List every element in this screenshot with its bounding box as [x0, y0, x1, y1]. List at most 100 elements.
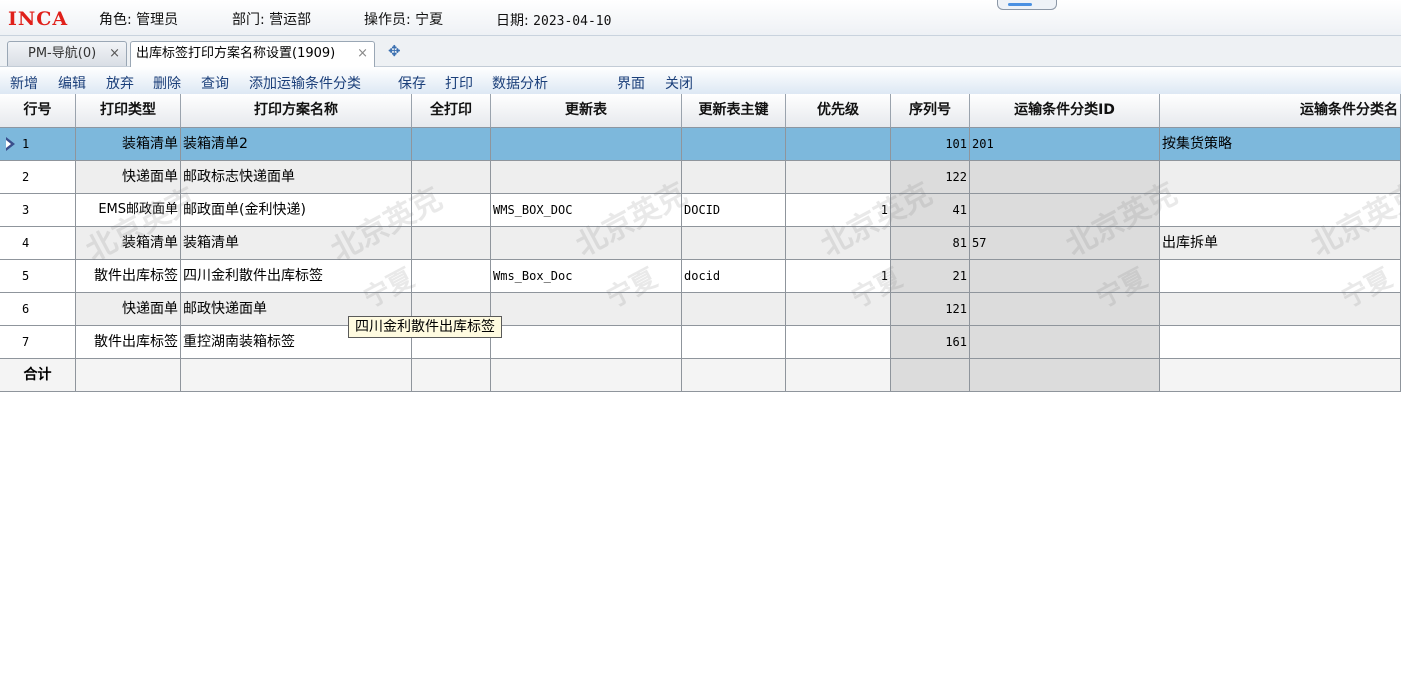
update-key-cell[interactable]: DOCID — [682, 194, 786, 227]
transport-name-cell[interactable] — [1160, 293, 1401, 326]
table-row[interactable]: 2 快递面单 邮政标志快递面单 122 — [0, 161, 1401, 194]
print-all-cell[interactable] — [412, 128, 491, 161]
column-header-sequence[interactable]: 序列号 — [891, 94, 970, 128]
update-key-cell[interactable]: docid — [682, 260, 786, 293]
transport-name-cell[interactable] — [1160, 260, 1401, 293]
priority-cell[interactable] — [786, 227, 891, 260]
priority-cell[interactable] — [786, 326, 891, 359]
operator-info: 操作员: 宁夏 — [364, 12, 444, 28]
priority-cell[interactable]: 1 — [786, 260, 891, 293]
print-type-cell[interactable]: 快递面单 — [76, 161, 181, 194]
data-analysis-button[interactable]: 数据分析 — [492, 73, 548, 93]
total-cell — [76, 359, 181, 392]
table-row[interactable]: 1 装箱清单 装箱清单2 101 201 按集货策略 — [0, 128, 1401, 161]
sequence-cell: 122 — [891, 161, 970, 194]
discard-button[interactable]: 放弃 — [106, 73, 134, 93]
transport-name-cell[interactable] — [1160, 326, 1401, 359]
priority-cell[interactable]: 1 — [786, 194, 891, 227]
plan-name-cell[interactable]: 装箱清单 — [181, 227, 412, 260]
update-key-cell[interactable] — [682, 161, 786, 194]
column-header-update-table[interactable]: 更新表 — [491, 94, 682, 128]
sequence-cell: 21 — [891, 260, 970, 293]
print-type-cell[interactable]: EMS邮政面单 — [76, 194, 181, 227]
total-cell — [891, 359, 970, 392]
row-selector-icon — [6, 137, 15, 151]
close-icon[interactable]: × — [109, 42, 120, 65]
interface-button[interactable]: 界面 — [617, 73, 645, 93]
update-key-cell[interactable] — [682, 227, 786, 260]
row-number-cell: 1 — [0, 128, 76, 161]
transport-id-cell: 201 — [970, 128, 1160, 161]
print-all-cell[interactable] — [412, 260, 491, 293]
priority-cell[interactable] — [786, 161, 891, 194]
plan-name-cell[interactable]: 邮政面单(金利快递) — [181, 194, 412, 227]
column-header-transport-id[interactable]: 运输条件分类ID — [970, 94, 1160, 128]
column-header-priority[interactable]: 优先级 — [786, 94, 891, 128]
tab-pm-nav[interactable]: PM-导航(0) × — [7, 41, 127, 66]
add-transport-category-button[interactable]: 添加运输条件分类 — [249, 73, 361, 93]
close-button[interactable]: 关闭 — [665, 73, 693, 93]
sequence-cell: 121 — [891, 293, 970, 326]
table-row[interactable]: 7 散件出库标签 重控湖南装箱标签 161 — [0, 326, 1401, 359]
update-table-cell[interactable] — [491, 293, 682, 326]
plan-name-cell[interactable]: 装箱清单2 — [181, 128, 412, 161]
priority-cell[interactable] — [786, 128, 891, 161]
column-header-plan-name[interactable]: 打印方案名称 — [181, 94, 412, 128]
plan-name-cell[interactable]: 四川金利散件出库标签 — [181, 260, 412, 293]
save-button[interactable]: 保存 — [398, 73, 426, 93]
total-label: 合计 — [0, 359, 76, 392]
update-key-cell[interactable] — [682, 128, 786, 161]
column-header-print-type[interactable]: 打印类型 — [76, 94, 181, 128]
transport-id-cell — [970, 161, 1160, 194]
transport-name-cell[interactable] — [1160, 161, 1401, 194]
total-cell — [786, 359, 891, 392]
transport-id-cell — [970, 260, 1160, 293]
transport-id-cell — [970, 194, 1160, 227]
collapse-handle[interactable] — [997, 0, 1057, 10]
transport-name-cell[interactable] — [1160, 194, 1401, 227]
table-row[interactable]: 4 装箱清单 装箱清单 81 57 出库拆单 — [0, 227, 1401, 260]
update-table-cell[interactable] — [491, 161, 682, 194]
transport-name-cell[interactable]: 按集货策略 — [1160, 128, 1401, 161]
tab-bar: PM-导航(0) × 出库标签打印方案名称设置(1909) × — [0, 36, 1401, 67]
table-row[interactable]: 6 快递面单 邮政快递面单 121 — [0, 293, 1401, 326]
update-table-cell[interactable] — [491, 227, 682, 260]
table-row[interactable]: 5 散件出库标签 四川金利散件出库标签 Wms_Box_Doc docid 1 … — [0, 260, 1401, 293]
print-button[interactable]: 打印 — [445, 73, 473, 93]
priority-cell[interactable] — [786, 293, 891, 326]
print-all-cell[interactable] — [412, 227, 491, 260]
update-table-cell[interactable]: Wms_Box_Doc — [491, 260, 682, 293]
print-type-cell[interactable]: 装箱清单 — [76, 128, 181, 161]
update-table-cell[interactable] — [491, 128, 682, 161]
column-header-update-key[interactable]: 更新表主键 — [682, 94, 786, 128]
update-key-cell[interactable] — [682, 293, 786, 326]
print-type-cell[interactable]: 散件出库标签 — [76, 326, 181, 359]
column-header-print-all[interactable]: 全打印 — [412, 94, 491, 128]
column-header-transport-name[interactable]: 运输条件分类名 — [1160, 94, 1401, 128]
add-tab-icon[interactable]: ✥ — [388, 42, 401, 60]
update-table-cell[interactable]: WMS_BOX_DOC — [491, 194, 682, 227]
print-type-cell[interactable]: 快递面单 — [76, 293, 181, 326]
add-button[interactable]: 新增 — [10, 73, 38, 93]
row-number-cell: 5 — [0, 260, 76, 293]
close-icon[interactable]: × — [357, 42, 368, 65]
tab-label-print-settings[interactable]: 出库标签打印方案名称设置(1909) × — [130, 41, 375, 67]
sequence-cell: 41 — [891, 194, 970, 227]
query-button[interactable]: 查询 — [201, 73, 229, 93]
sequence-cell: 101 — [891, 128, 970, 161]
print-all-cell[interactable] — [412, 194, 491, 227]
update-key-cell[interactable] — [682, 326, 786, 359]
table-row[interactable]: 3 EMS邮政面单 邮政面单(金利快递) WMS_BOX_DOC DOCID 1… — [0, 194, 1401, 227]
role-info: 角色: 管理员 — [99, 12, 179, 28]
delete-button[interactable]: 删除 — [153, 73, 181, 93]
print-type-cell[interactable]: 装箱清单 — [76, 227, 181, 260]
transport-name-cell[interactable]: 出库拆单 — [1160, 227, 1401, 260]
column-header-row-no[interactable]: 行号 — [0, 94, 76, 128]
row-number-cell: 6 — [0, 293, 76, 326]
edit-button[interactable]: 编辑 — [58, 73, 86, 93]
date-label: 日期: — [496, 13, 534, 29]
print-all-cell[interactable] — [412, 161, 491, 194]
print-type-cell[interactable]: 散件出库标签 — [76, 260, 181, 293]
plan-name-cell[interactable]: 邮政标志快递面单 — [181, 161, 412, 194]
update-table-cell[interactable] — [491, 326, 682, 359]
